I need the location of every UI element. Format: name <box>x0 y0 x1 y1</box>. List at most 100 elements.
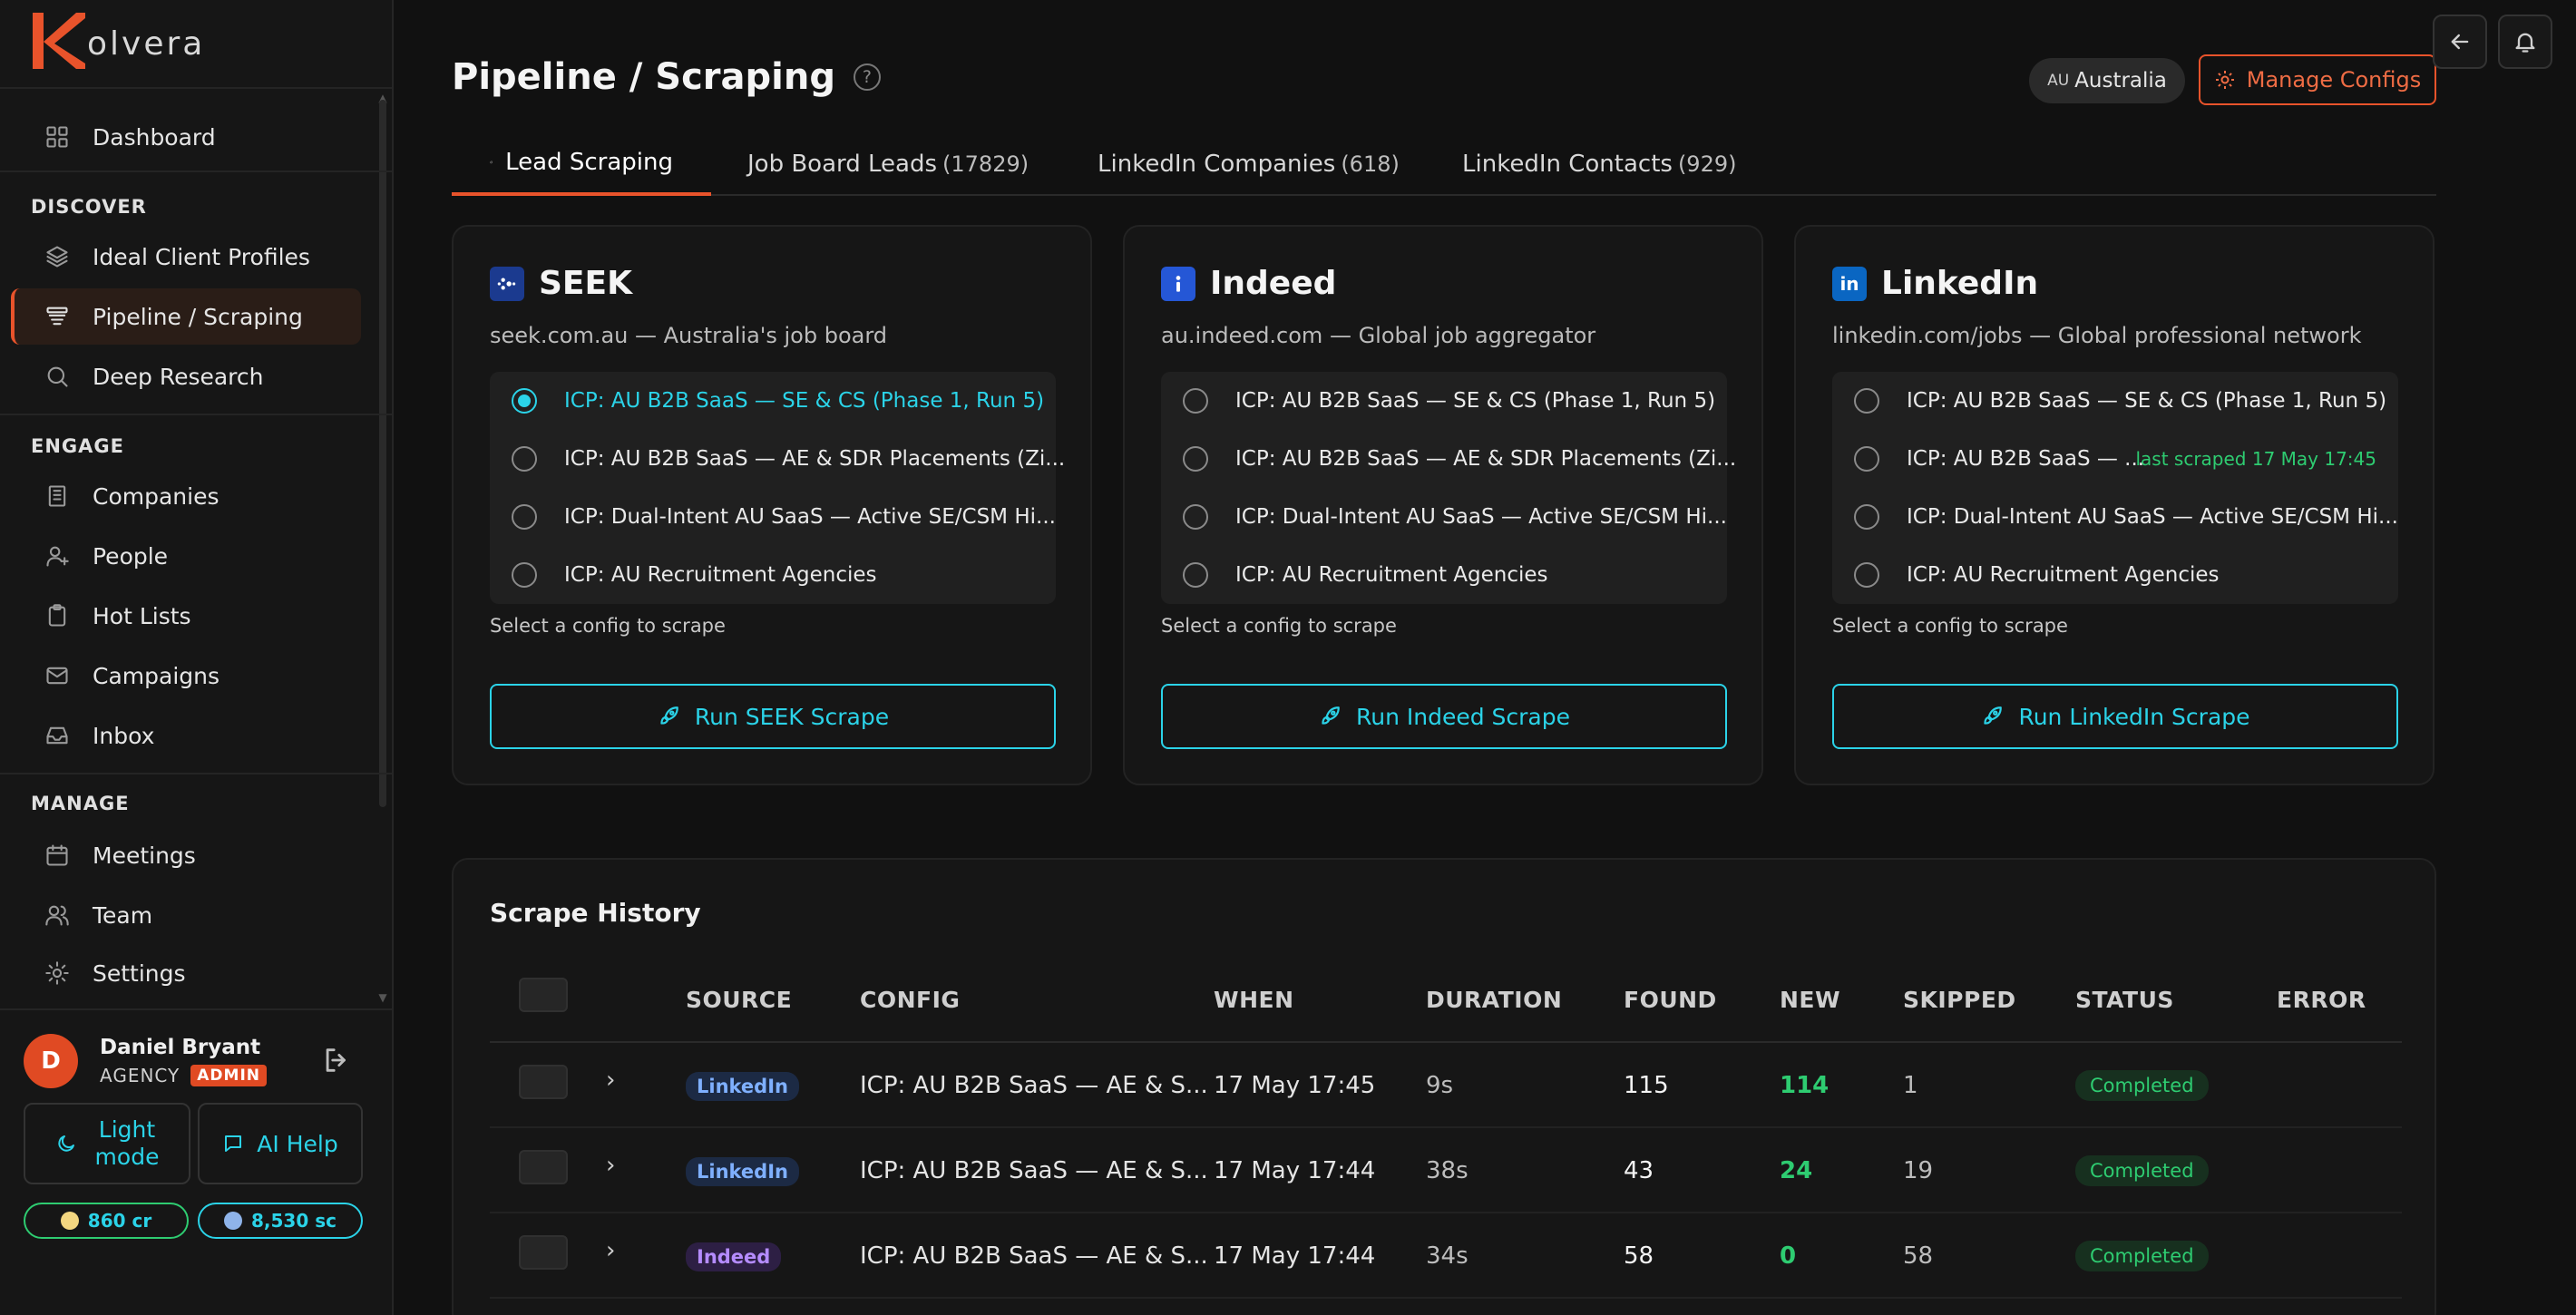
config-option[interactable]: ICP: AU B2B SaaS — AE & SDR Placements (… <box>490 430 1065 488</box>
inbox-icon <box>44 722 71 749</box>
row-checkbox[interactable] <box>519 1235 568 1270</box>
column-header-source[interactable]: SOURCE <box>686 987 792 1013</box>
row-checkbox[interactable] <box>519 1065 568 1099</box>
notifications-button[interactable] <box>2498 15 2552 69</box>
sidebar-item-meetings[interactable]: Meetings <box>11 827 361 883</box>
source-badge: Indeed <box>686 1242 782 1271</box>
config-label: ICP: AU Recruitment Agencies <box>564 563 877 587</box>
ai-help-button[interactable]: AI Help <box>198 1103 363 1184</box>
brand-logo[interactable]: olvera <box>29 9 205 73</box>
when-cell: 17 May 17:45 <box>1214 1072 1376 1099</box>
radio[interactable] <box>1854 504 1879 530</box>
config-option[interactable]: ICP: Dual-Intent AU SaaS — Active SE/CSM… <box>1832 488 2398 546</box>
config-option[interactable]: ICP: AU B2B SaaS — AE & SDR Placements (… <box>1161 430 1736 488</box>
column-header-found[interactable]: FOUND <box>1624 987 1717 1013</box>
ai-help-label: AI Help <box>257 1130 338 1157</box>
run-linkedin-scrape-button[interactable]: Run LinkedIn Scrape <box>1832 684 2398 749</box>
source-name: Indeed <box>1210 265 1337 302</box>
sidebar-item-deep-research[interactable]: Deep Research <box>11 348 361 404</box>
search-credits-value: 8,530 sc <box>251 1210 337 1232</box>
column-header-duration[interactable]: DURATION <box>1426 987 1562 1013</box>
column-header-skipped[interactable]: SKIPPED <box>1903 987 2016 1013</box>
expand-chevron-icon[interactable]: › <box>606 1152 615 1179</box>
light-mode-label-line1: Light <box>98 1116 156 1143</box>
sidebar-scrollbar[interactable] <box>379 100 386 807</box>
manage-configs-button[interactable]: Manage Configs <box>2199 54 2436 105</box>
search-credits-badge[interactable]: 8,530 sc <box>198 1203 363 1239</box>
config-option[interactable]: ICP: AU B2B SaaS — SE & CS (Phase 1, Run… <box>1161 372 1727 430</box>
column-header-status[interactable]: STATUS <box>2075 987 2174 1013</box>
row-checkbox[interactable] <box>519 1150 568 1184</box>
light-mode-button[interactable]: Light mode <box>24 1103 190 1184</box>
logout-button[interactable] <box>321 1045 354 1077</box>
config-option[interactable]: ICP: AU Recruitment Agencies <box>1832 546 2398 604</box>
sidebar-item-ideal-client-profiles[interactable]: Ideal Client Profiles <box>11 229 361 285</box>
run-indeed-scrape-button[interactable]: Run Indeed Scrape <box>1161 684 1727 749</box>
column-header-error[interactable]: ERROR <box>2277 987 2366 1013</box>
config-option[interactable]: ICP: AU B2B SaaS — ... last scraped 17 M… <box>1832 430 2398 488</box>
tab-job-board-leads[interactable]: Job Board Leads (17829) <box>709 132 1067 196</box>
card-header: in LinkedIn <box>1832 265 2038 302</box>
config-option[interactable]: ICP: Dual-Intent AU SaaS — Active SE/CSM… <box>1161 488 1727 546</box>
column-header-config[interactable]: CONFIG <box>860 987 960 1013</box>
sidebar-item-team[interactable]: Team <box>11 887 361 943</box>
sidebar-item-label: People <box>93 542 169 570</box>
radio[interactable] <box>1183 562 1208 588</box>
when-cell: 17 May 17:44 <box>1214 1157 1376 1184</box>
sidebar-item-hot-lists[interactable]: Hot Lists <box>11 588 361 644</box>
source-subtitle: au.indeed.com — Global job aggregator <box>1161 323 1596 348</box>
credits-badge[interactable]: 860 cr <box>24 1203 189 1239</box>
skipped-cell: 1 <box>1903 1072 1918 1099</box>
expand-chevron-icon[interactable]: › <box>606 1237 615 1264</box>
sidebar-item-campaigns[interactable]: Campaigns <box>11 648 361 704</box>
section-label-manage: MANAGE <box>31 793 130 814</box>
radio[interactable] <box>512 562 537 588</box>
sidebar-item-people[interactable]: People <box>11 528 361 584</box>
radio[interactable] <box>1183 388 1208 414</box>
column-header-when[interactable]: WHEN <box>1214 987 1294 1013</box>
run-seek-scrape-button[interactable]: Run SEEK Scrape <box>490 684 1056 749</box>
radio[interactable] <box>512 446 537 472</box>
history-title: Scrape History <box>490 898 701 928</box>
config-option[interactable]: ICP: AU B2B SaaS — SE & CS (Phase 1, Run… <box>1832 372 2398 430</box>
sidebar-item-pipeline-scraping[interactable]: Pipeline / Scraping <box>11 288 361 345</box>
expand-chevron-icon[interactable]: › <box>606 1067 615 1094</box>
radio[interactable] <box>1854 562 1879 588</box>
config-hint: Select a config to scrape <box>1161 615 1397 637</box>
avatar[interactable]: D <box>24 1034 78 1088</box>
row-divider <box>490 1126 2402 1128</box>
column-header-new[interactable]: NEW <box>1780 987 1840 1013</box>
radio[interactable] <box>1854 388 1879 414</box>
source-subtitle: linkedin.com/jobs — Global professional … <box>1832 323 2362 348</box>
config-option[interactable]: ICP: AU B2B SaaS — SE & CS (Phase 1, Run… <box>490 372 1056 430</box>
grid-icon <box>44 123 71 151</box>
section-label-discover: DISCOVER <box>31 196 147 218</box>
config-label: ICP: Dual-Intent AU SaaS — Active SE/CSM… <box>1907 505 2398 529</box>
config-option[interactable]: ICP: Dual-Intent AU SaaS — Active SE/CSM… <box>490 488 1056 546</box>
sidebar-item-settings[interactable]: Settings <box>11 945 361 1001</box>
country-selector[interactable]: AU Australia <box>2029 58 2185 103</box>
select-all-checkbox[interactable] <box>519 978 568 1012</box>
back-button[interactable] <box>2433 15 2487 69</box>
tab-linkedin-companies[interactable]: LinkedIn Companies (618) <box>1059 132 1438 196</box>
config-label: ICP: AU B2B SaaS — ... <box>1907 447 2145 471</box>
radio[interactable] <box>1183 446 1208 472</box>
user-profile[interactable]: D Daniel Bryant AGENCY ADMIN <box>24 1034 268 1088</box>
config-option[interactable]: ICP: AU Recruitment Agencies <box>1161 546 1727 604</box>
tab-linkedin-contacts[interactable]: LinkedIn Contacts (929) <box>1424 132 1774 196</box>
tab-lead-scraping[interactable]: Lead Scraping <box>452 132 711 196</box>
sidebar-item-companies[interactable]: Companies <box>11 468 361 524</box>
sidebar-item-label: Settings <box>93 959 186 987</box>
config-option[interactable]: ICP: AU Recruitment Agencies <box>490 546 1056 604</box>
scroll-down-arrow-icon[interactable]: ▼ <box>377 992 388 1003</box>
radio[interactable] <box>512 504 537 530</box>
radio[interactable] <box>1854 446 1879 472</box>
sidebar-item-label: Inbox <box>93 722 155 749</box>
radio-selected[interactable] <box>512 388 537 414</box>
when-cell: 17 May 17:44 <box>1214 1242 1376 1270</box>
help-circle-icon[interactable]: ? <box>853 63 881 91</box>
users-icon <box>44 901 71 929</box>
sidebar-item-dashboard[interactable]: Dashboard <box>11 109 361 165</box>
radio[interactable] <box>1183 504 1208 530</box>
sidebar-item-inbox[interactable]: Inbox <box>11 707 361 764</box>
